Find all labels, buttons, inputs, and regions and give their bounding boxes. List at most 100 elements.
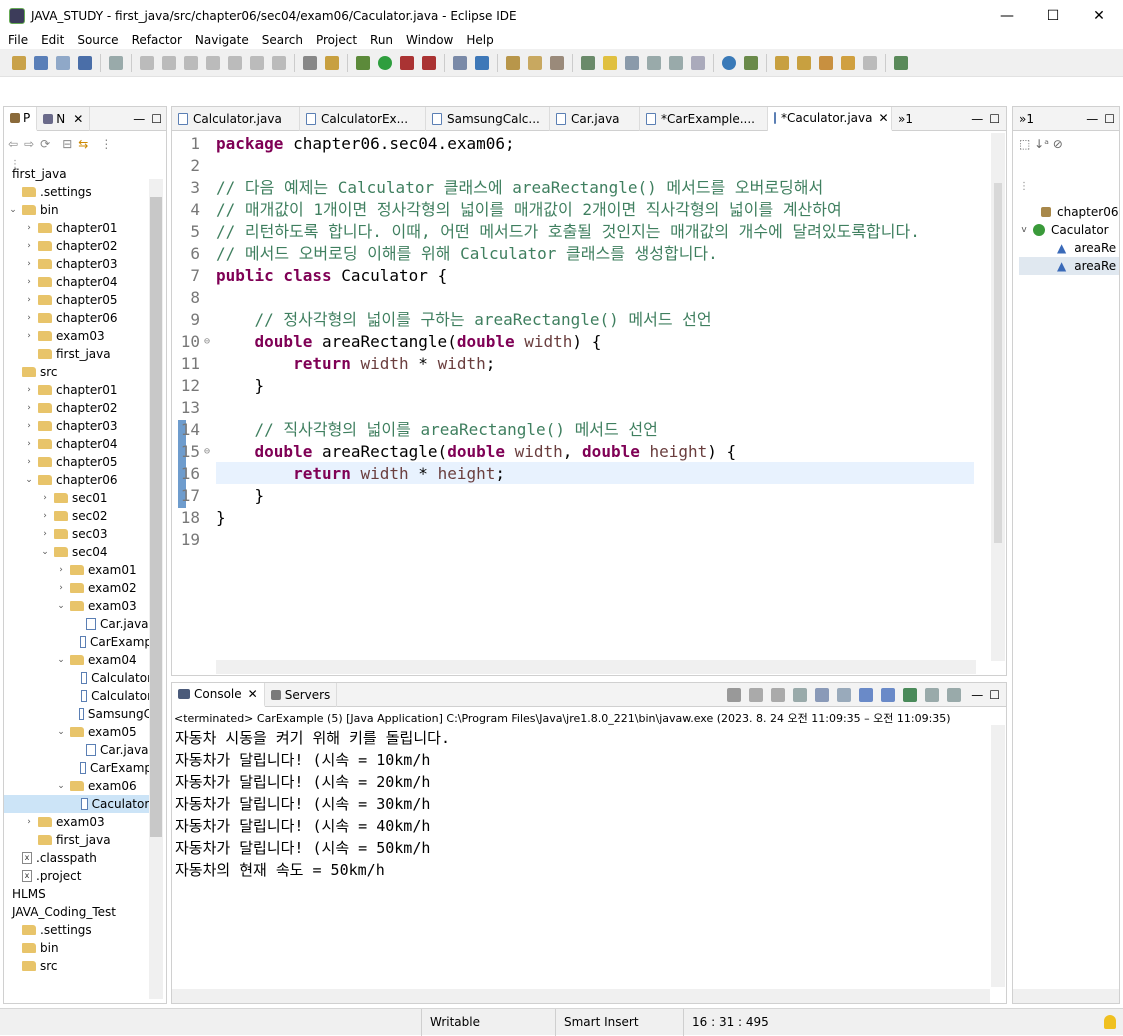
tree-item[interactable]: ⌄ bin — [4, 201, 152, 219]
scroll-thumb[interactable] — [150, 197, 162, 837]
chevron-down-icon[interactable]: ⌄ — [56, 781, 66, 791]
chevron-down-icon[interactable]: ⌄ — [40, 547, 50, 557]
outline-class[interactable]: v Caculator — [1019, 221, 1119, 239]
terminate-icon[interactable] — [727, 687, 742, 702]
chevron-right-icon[interactable]: › — [24, 223, 34, 233]
menu-search[interactable]: Search — [262, 33, 303, 47]
code-line[interactable]: 15 ⊖ double areaRectagle(double width, do… — [172, 441, 920, 463]
minimize-button[interactable]: — — [984, 0, 1030, 31]
tree-item[interactable]: ⌄ chapter06 — [4, 471, 152, 489]
tree-item[interactable]: › chapter05 — [4, 291, 152, 309]
editor-tab[interactable]: Car.java — [550, 106, 640, 131]
clear-console-icon[interactable] — [793, 687, 808, 702]
menu-help[interactable]: Help — [466, 33, 493, 47]
open-type-icon[interactable] — [506, 55, 520, 70]
code-line[interactable]: 19 — [172, 529, 920, 551]
tree-item[interactable]: x .classpath — [4, 849, 152, 867]
skip-breakpoints-icon[interactable] — [109, 55, 123, 70]
close-button[interactable]: ✕ — [1076, 0, 1122, 31]
tree-item[interactable]: Calculator — [4, 687, 152, 705]
tree-item[interactable]: › chapter05 — [4, 453, 152, 471]
suspend-icon[interactable] — [162, 55, 176, 70]
tree-item[interactable]: › chapter02 — [4, 399, 152, 417]
code-line[interactable]: 5 // 리턴하도록 합니다. 이때, 어떤 메서드가 호출될 것인지는 매개값의… — [172, 221, 920, 243]
close-icon[interactable]: ✕ — [73, 112, 83, 126]
last-edit-icon[interactable] — [819, 55, 833, 70]
save-icon[interactable] — [34, 55, 48, 70]
outline-method-2[interactable]: ▲ areaRe — [1019, 257, 1119, 275]
tree-item[interactable]: › chapter03 — [4, 417, 152, 435]
outline-package[interactable]: chapter06 — [1019, 203, 1119, 221]
tree-item[interactable]: Car.java — [4, 615, 152, 633]
editor-tab[interactable]: CalculatorEx... — [300, 106, 426, 131]
outline-hscroll[interactable] — [1013, 989, 1119, 1003]
chevron-down-icon[interactable]: ⌄ — [24, 475, 34, 485]
editor-vscroll[interactable] — [991, 133, 1005, 661]
menu-run[interactable]: Run — [370, 33, 393, 47]
pin-console-icon[interactable] — [903, 687, 918, 702]
fold-icon[interactable]: ⊖ — [204, 441, 216, 463]
editor-hscroll[interactable] — [216, 660, 976, 674]
code-line[interactable]: 7 public class Caculator { — [172, 265, 920, 287]
tree-item[interactable]: › exam03 — [4, 327, 152, 345]
tree-item[interactable]: bin — [4, 939, 152, 957]
debug-icon[interactable] — [356, 55, 370, 70]
perspective-icon[interactable] — [894, 55, 908, 70]
tree-item[interactable]: ⌄ sec04 — [4, 543, 152, 561]
tree-item[interactable]: first_java — [4, 831, 152, 849]
chevron-right-icon[interactable]: › — [24, 277, 34, 287]
code-line[interactable]: 11 return width * width; — [172, 353, 920, 375]
chevron-right-icon[interactable]: › — [40, 529, 50, 539]
forward-icon[interactable] — [863, 55, 877, 70]
tree-item[interactable]: › exam03 — [4, 813, 152, 831]
pilcrow-icon[interactable] — [691, 55, 705, 70]
hide-fields-icon[interactable]: ⊘ — [1053, 137, 1063, 151]
back-icon[interactable] — [841, 55, 855, 70]
back-icon[interactable]: ⇦ — [8, 137, 18, 151]
forward-icon[interactable]: ⇨ — [24, 137, 34, 151]
tree-item[interactable]: SamsungC — [4, 705, 152, 723]
fold-icon[interactable]: ⊖ — [204, 331, 216, 353]
run-icon[interactable] — [378, 55, 392, 70]
console-hscroll[interactable] — [172, 989, 990, 1003]
code-line[interactable]: 12 } — [172, 375, 920, 397]
tree-item[interactable]: CarExamp — [4, 759, 152, 777]
tree-item[interactable]: › chapter06 — [4, 309, 152, 327]
tree-item[interactable]: Calculator — [4, 669, 152, 687]
code-line[interactable]: 10 ⊖ double areaRectangle(double width) { — [172, 331, 920, 353]
scroll-lock-icon[interactable] — [815, 687, 830, 702]
chevron-down-icon[interactable]: ⌄ — [56, 655, 66, 665]
resume-icon[interactable] — [140, 55, 154, 70]
tree-item[interactable]: › sec01 — [4, 489, 152, 507]
next-annotation-icon[interactable] — [775, 55, 789, 70]
menu-window[interactable]: Window — [406, 33, 453, 47]
chevron-right-icon[interactable]: › — [56, 583, 66, 593]
chevron-right-icon[interactable]: › — [24, 313, 34, 323]
console-output[interactable]: 자동차 시동을 켜기 위해 키를 돌립니다. 자동차가 달립니다! (시속 = 1… — [172, 727, 450, 881]
code-editor[interactable]: 1 package chapter06.sec04.exam06; 2 3 // 다음 … — [172, 133, 920, 551]
tree-item[interactable]: first_java — [4, 165, 152, 183]
chevron-right-icon[interactable]: › — [24, 403, 34, 413]
coverage-icon[interactable] — [422, 55, 436, 70]
console-vscroll[interactable] — [991, 725, 1005, 987]
tree-item[interactable]: › sec02 — [4, 507, 152, 525]
tree-scrollbar[interactable] — [149, 179, 163, 999]
code-line[interactable]: 17 } — [172, 485, 920, 507]
tree-item[interactable]: › chapter04 — [4, 273, 152, 291]
run-external-icon[interactable] — [400, 55, 414, 70]
minimize-view-icon[interactable]: — — [971, 112, 983, 126]
tree-item[interactable]: › chapter03 — [4, 255, 152, 273]
lightbulb-icon[interactable] — [1104, 1015, 1116, 1029]
code-line[interactable]: 16 return width * height; — [172, 463, 920, 485]
link-editor-icon[interactable]: ⇆ — [78, 137, 88, 151]
maximize-view-icon[interactable]: ☐ — [989, 112, 1000, 126]
scroll-thumb[interactable] — [994, 183, 1002, 543]
minimize-view-icon[interactable]: — — [1086, 112, 1098, 126]
code-line[interactable]: 3 // 다음 예제는 Calculator 클래스에 areaRectangle… — [172, 177, 920, 199]
tree-item[interactable]: src — [4, 957, 152, 975]
menu-file[interactable]: File — [8, 33, 28, 47]
remove-launch-icon[interactable] — [749, 687, 764, 702]
minimize-view-icon[interactable]: — — [971, 688, 983, 702]
open-task-icon[interactable] — [528, 55, 542, 70]
step-return-icon[interactable] — [272, 55, 286, 70]
